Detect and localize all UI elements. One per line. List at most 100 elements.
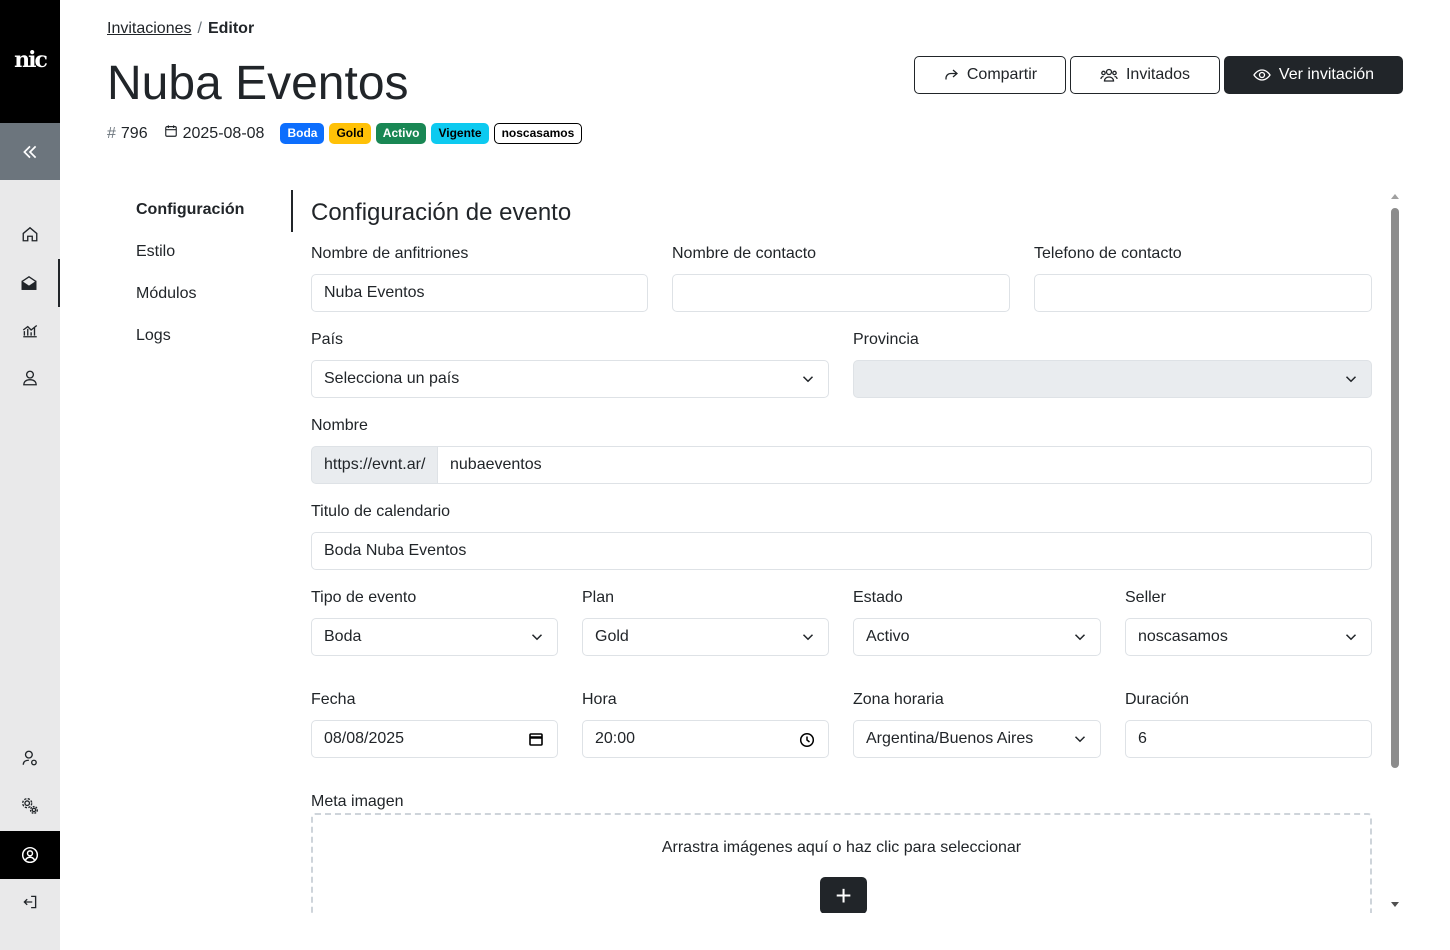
badge-status: Activo — [375, 123, 427, 144]
people-icon — [1100, 67, 1118, 83]
badge-plan: Gold — [329, 123, 371, 144]
status-label: Estado — [853, 589, 903, 606]
badge-seller: noscasamos — [493, 123, 583, 144]
nav-stats[interactable] — [0, 306, 60, 354]
time-input-value: 20:00 — [595, 730, 636, 747]
chevron-down-icon — [1345, 634, 1357, 641]
event-id-value: 796 — [120, 124, 148, 142]
nav-user-settings[interactable] — [0, 734, 60, 782]
nav-home[interactable] — [0, 210, 60, 258]
seller-select[interactable]: noscasamos — [1125, 618, 1372, 656]
slug-label: Nombre — [311, 417, 368, 434]
duration-input[interactable]: 6 — [1125, 720, 1372, 758]
event-meta: # 796 2025-08-08 Boda Gold Activo Vigent… — [107, 123, 587, 144]
timezone-select[interactable]: Argentina/Buenos Aires — [853, 720, 1101, 758]
breadcrumb-separator: / — [197, 20, 202, 37]
slug-prefix: https://evnt.ar/ — [311, 446, 437, 484]
event-type-select-value: Boda — [324, 628, 362, 645]
timezone-label: Zona horaria — [853, 691, 944, 708]
contact-phone-input[interactable] — [1034, 274, 1372, 312]
timezone-select-value: Argentina/Buenos Aires — [866, 730, 1034, 747]
subnav-modules[interactable]: Módulos — [136, 284, 244, 326]
country-label: País — [311, 331, 344, 348]
sidebar: nic — [0, 0, 60, 950]
nav-logout[interactable] — [0, 878, 60, 926]
breadcrumb-invitaciones-link[interactable]: Invitaciones — [107, 20, 192, 37]
date-input[interactable]: 08/08/2025 — [311, 720, 558, 758]
time-label: Hora — [582, 691, 617, 708]
date-input-value: 08/08/2025 — [324, 730, 405, 747]
subnav-logs[interactable]: Logs — [136, 326, 244, 368]
duration-label: Duración — [1125, 691, 1190, 708]
province-select[interactable] — [853, 360, 1372, 398]
nav-profile[interactable] — [0, 831, 60, 879]
calendar-icon — [164, 124, 178, 143]
collapse-sidebar-button[interactable] — [0, 123, 60, 180]
image-dropzone[interactable]: Arrastra imágenes aquí o haz clic para s… — [311, 813, 1372, 913]
chevron-down-icon — [1074, 634, 1086, 641]
calendar-icon[interactable] — [528, 731, 544, 747]
event-date: 2025-08-08 — [164, 124, 265, 143]
nav-settings[interactable] — [0, 782, 60, 830]
guests-button-label: Invitados — [1125, 66, 1191, 83]
contact-name-label: Nombre de contacto — [672, 245, 817, 262]
chevron-down-icon — [802, 376, 814, 383]
nav-invitations[interactable] — [0, 259, 60, 307]
calendar-title-input-value: Boda Nuba Eventos — [324, 542, 467, 559]
chevron-down-icon — [531, 634, 543, 641]
hosts-label: Nombre de anfitriones — [311, 245, 469, 262]
gears-icon — [22, 798, 38, 814]
contact-phone-label: Telefono de contacto — [1034, 245, 1182, 262]
plan-select-value: Gold — [595, 628, 629, 645]
calendar-title-input[interactable]: Boda Nuba Eventos — [311, 532, 1372, 570]
country-select-value: Selecciona un país — [324, 370, 460, 387]
hosts-input-value: Nuba Eventos — [324, 284, 425, 301]
plan-label: Plan — [582, 589, 615, 606]
meta-image-label: Meta imagen — [311, 793, 404, 810]
calendar-title-label: Titulo de calendario — [311, 503, 451, 520]
scroll-down-icon[interactable] — [1391, 902, 1399, 907]
eye-icon — [1253, 67, 1271, 83]
time-input[interactable]: 20:00 — [582, 720, 829, 758]
nav-users[interactable] — [0, 354, 60, 402]
scrollbar-thumb[interactable] — [1391, 208, 1399, 768]
content-scrollbar[interactable] — [1388, 192, 1402, 912]
hosts-input[interactable]: Nuba Eventos — [311, 274, 648, 312]
app-logo[interactable]: nic — [0, 0, 60, 123]
event-type-select[interactable]: Boda — [311, 618, 558, 656]
event-type-label: Tipo de evento — [311, 589, 417, 606]
clock-icon[interactable] — [799, 732, 815, 748]
add-image-button[interactable]: + — [820, 877, 867, 913]
country-select[interactable]: Selecciona un país — [311, 360, 829, 398]
breadcrumb-current: Editor — [207, 20, 255, 37]
user-icon — [23, 370, 37, 386]
event-date-value: 2025-08-08 — [182, 124, 265, 142]
double-chevron-left-icon — [23, 145, 37, 158]
contact-name-input[interactable] — [672, 274, 1010, 312]
page-title: Nuba Eventos — [107, 57, 409, 110]
share-icon — [943, 67, 959, 83]
scroll-up-icon[interactable] — [1391, 194, 1399, 199]
seller-label: Seller — [1125, 589, 1166, 606]
chevron-down-icon — [802, 634, 814, 641]
guests-button[interactable]: Invitados — [1070, 56, 1220, 94]
subnav-style[interactable]: Estilo — [136, 242, 244, 284]
share-button-label: Compartir — [966, 66, 1038, 83]
dropzone-text: Arrastra imágenes aquí o haz clic para s… — [661, 839, 1022, 856]
chevron-down-icon — [1345, 376, 1357, 383]
editor-subnav: Configuración Estilo Módulos Logs — [136, 200, 244, 368]
date-label: Fecha — [311, 691, 356, 708]
subnav-config[interactable]: Configuración — [136, 200, 244, 242]
chart-icon — [22, 324, 38, 338]
status-select[interactable]: Activo — [853, 618, 1101, 656]
slug-input-value: nubaeventos — [450, 456, 542, 473]
home-icon — [22, 226, 38, 242]
plan-select[interactable]: Gold — [582, 618, 829, 656]
profile-circle-icon — [21, 846, 39, 864]
badge-validity: Vigente — [431, 123, 489, 144]
slug-input[interactable]: nubaeventos — [437, 446, 1372, 484]
share-button[interactable]: Compartir — [914, 56, 1066, 94]
event-config-form: Configuración de evento Nombre de anfitr… — [311, 190, 1372, 913]
view-invitation-button[interactable]: Ver invitación — [1224, 56, 1403, 94]
plus-icon: + — [835, 879, 852, 911]
